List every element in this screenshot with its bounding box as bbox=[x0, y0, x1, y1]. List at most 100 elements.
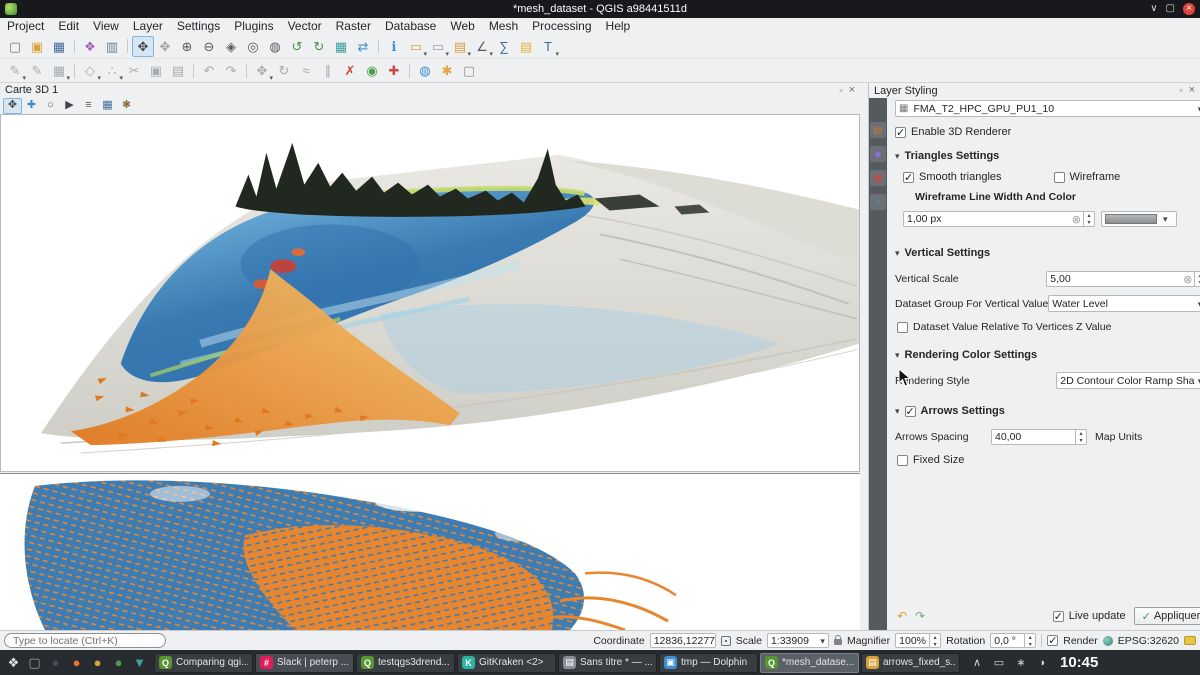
toolbar-separator[interactable] bbox=[189, 60, 198, 81]
collapse-arrow-icon[interactable] bbox=[895, 247, 900, 259]
extents-icon[interactable] bbox=[721, 636, 731, 646]
animation-icon[interactable]: ○ bbox=[41, 98, 60, 114]
menu-item[interactable]: Raster bbox=[329, 18, 378, 34]
pan-3d-icon[interactable]: ✥ bbox=[3, 98, 22, 114]
close-panel-icon[interactable] bbox=[849, 86, 855, 95]
new-3d-map-icon[interactable]: ▦ bbox=[330, 36, 352, 57]
coordinate-input[interactable]: 12836,12277 bbox=[650, 633, 716, 648]
task-comparing-qgis[interactable]: Q Comparing qgi... bbox=[154, 653, 253, 673]
task-testqgs3drend[interactable]: Q testqgs3drend... bbox=[356, 653, 455, 673]
reshape-features-icon[interactable]: ≈ bbox=[295, 60, 317, 81]
locate-input[interactable] bbox=[4, 633, 166, 648]
messages-icon[interactable] bbox=[1184, 636, 1196, 645]
spin-down-icon[interactable] bbox=[1076, 437, 1086, 444]
apply-button[interactable]: Appliquer bbox=[1134, 607, 1200, 625]
fixed-size-checkbox[interactable] bbox=[897, 455, 908, 466]
zoom-next-icon[interactable]: ↻ bbox=[308, 36, 330, 57]
menu-item[interactable]: Database bbox=[378, 18, 443, 34]
zoom-to-layer-icon[interactable]: ◍ bbox=[264, 36, 286, 57]
play-icon[interactable]: ▶ bbox=[60, 98, 79, 114]
rendering-style-combo[interactable]: 2D Contour Color Ramp Shader bbox=[1056, 372, 1200, 389]
magnifier-spinbox[interactable]: 100% bbox=[895, 633, 941, 648]
menu-item[interactable]: Vector bbox=[281, 18, 329, 34]
spin-up-icon[interactable] bbox=[1076, 430, 1086, 437]
split-features-icon[interactable]: ∥ bbox=[317, 60, 339, 81]
refresh-icon[interactable]: ⇄ bbox=[352, 36, 374, 57]
arrows-spacing-spinbox[interactable]: 40,00 bbox=[991, 429, 1087, 445]
snapping-icon[interactable]: ✚ bbox=[383, 60, 405, 81]
options-icon[interactable]: ≡ bbox=[79, 98, 98, 114]
task-arrows-fixed[interactable]: ▤ arrows_fixed_s... bbox=[861, 653, 960, 673]
collapse-arrow-icon[interactable] bbox=[895, 150, 900, 162]
tray-keyboard-icon[interactable]: ▭ bbox=[992, 652, 1006, 673]
app-launcher-icon[interactable]: ❖ bbox=[3, 652, 24, 673]
toolbar-separator[interactable] bbox=[374, 36, 383, 57]
current-edits-icon[interactable]: ✎ bbox=[4, 60, 26, 81]
panel-splitter[interactable] bbox=[860, 83, 868, 630]
python-console-icon[interactable]: ◍ bbox=[414, 60, 436, 81]
map-2d-canvas[interactable] bbox=[0, 473, 860, 630]
task-mesh-dataset[interactable]: Q *mesh_datase... bbox=[760, 653, 859, 673]
show-desktop-icon[interactable]: ▢ bbox=[24, 652, 45, 673]
pan-map-icon[interactable]: ✥ bbox=[132, 36, 154, 57]
toolbar-separator[interactable] bbox=[123, 36, 132, 57]
float-panel-icon[interactable] bbox=[839, 86, 842, 95]
map-tips-icon[interactable]: ▤ bbox=[515, 36, 537, 57]
style-manager-icon[interactable]: ❖ bbox=[79, 36, 101, 57]
panels-icon[interactable]: ▢ bbox=[458, 60, 480, 81]
dataset-relative-checkbox[interactable] bbox=[897, 322, 908, 333]
spin-up-icon[interactable] bbox=[1195, 272, 1200, 279]
undo-icon[interactable]: ↶ bbox=[198, 60, 220, 81]
processing-toolbox-icon[interactable]: ✱ bbox=[436, 60, 458, 81]
mail-icon[interactable]: ● bbox=[87, 652, 108, 673]
pan-to-selection-icon[interactable]: ✥ bbox=[154, 36, 176, 57]
clock[interactable]: 10:45 bbox=[1060, 654, 1098, 671]
menu-item[interactable]: Help bbox=[599, 18, 638, 34]
toolbar-separator[interactable] bbox=[405, 60, 414, 81]
zoom-last-icon[interactable]: ↺ bbox=[286, 36, 308, 57]
paste-features-icon[interactable]: ▤ bbox=[167, 60, 189, 81]
downloads-icon[interactable]: ▼ bbox=[129, 652, 150, 673]
map-3d-viewport[interactable] bbox=[0, 114, 860, 472]
text-annotation-icon[interactable]: T bbox=[537, 36, 559, 57]
wireframe-color-button[interactable] bbox=[1101, 211, 1177, 227]
spin-down-icon[interactable] bbox=[1025, 641, 1035, 648]
toolbar-separator[interactable] bbox=[70, 60, 79, 81]
wireframe-checkbox[interactable] bbox=[1054, 172, 1065, 183]
close-window-icon[interactable] bbox=[1183, 3, 1195, 15]
undo-style-button[interactable] bbox=[893, 608, 911, 624]
task-gitkraken[interactable]: K GitKraken <2> bbox=[457, 653, 556, 673]
scale-combo[interactable]: 1:33909 bbox=[767, 633, 829, 648]
task-sans-titre[interactable]: ▤ Sans titre * — ... bbox=[558, 653, 657, 673]
shade-window-icon[interactable] bbox=[1150, 4, 1157, 14]
wireframe-width-spinbox[interactable]: 1,00 px bbox=[903, 211, 1095, 227]
float-panel-icon[interactable] bbox=[1179, 86, 1182, 95]
layer-selector-combo[interactable]: ▦ FMA_T2_HPC_GPU_PU1_10 bbox=[895, 100, 1200, 117]
identify-features-icon[interactable]: ℹ bbox=[383, 36, 405, 57]
maximize-window-icon[interactable] bbox=[1166, 4, 1175, 14]
render-checkbox[interactable] bbox=[1047, 635, 1058, 646]
tray-volume-icon[interactable]: ◗ bbox=[1036, 652, 1050, 673]
close-panel-icon[interactable] bbox=[1189, 86, 1195, 95]
select-features-icon[interactable]: ▭ bbox=[405, 36, 427, 57]
toolbar-separator[interactable] bbox=[242, 60, 251, 81]
statistics-icon[interactable]: ∑ bbox=[493, 36, 515, 57]
spin-up-icon[interactable] bbox=[930, 634, 940, 641]
copy-features-icon[interactable]: ▣ bbox=[145, 60, 167, 81]
delete-selected-icon[interactable]: ✗ bbox=[339, 60, 361, 81]
menu-item[interactable]: Settings bbox=[170, 18, 227, 34]
live-update-checkbox[interactable] bbox=[1053, 611, 1064, 622]
rotation-spinbox[interactable]: 0,0 ° bbox=[990, 633, 1036, 648]
menu-item[interactable]: Edit bbox=[51, 18, 86, 34]
spin-down-icon[interactable] bbox=[930, 641, 940, 648]
new-project-icon[interactable]: ▢ bbox=[4, 36, 26, 57]
menu-item[interactable]: Project bbox=[0, 18, 51, 34]
task-dolphin[interactable]: ▣ tmp — Dolphin bbox=[659, 653, 758, 673]
redo-icon[interactable]: ↷ bbox=[220, 60, 242, 81]
clear-value-icon[interactable] bbox=[1181, 273, 1194, 286]
camera-control-icon[interactable]: ✚ bbox=[22, 98, 41, 114]
menu-item[interactable]: Layer bbox=[126, 18, 170, 34]
smooth-triangles-checkbox[interactable] bbox=[903, 172, 914, 183]
spin-up-icon[interactable] bbox=[1025, 634, 1035, 641]
redo-style-button[interactable] bbox=[911, 608, 929, 624]
